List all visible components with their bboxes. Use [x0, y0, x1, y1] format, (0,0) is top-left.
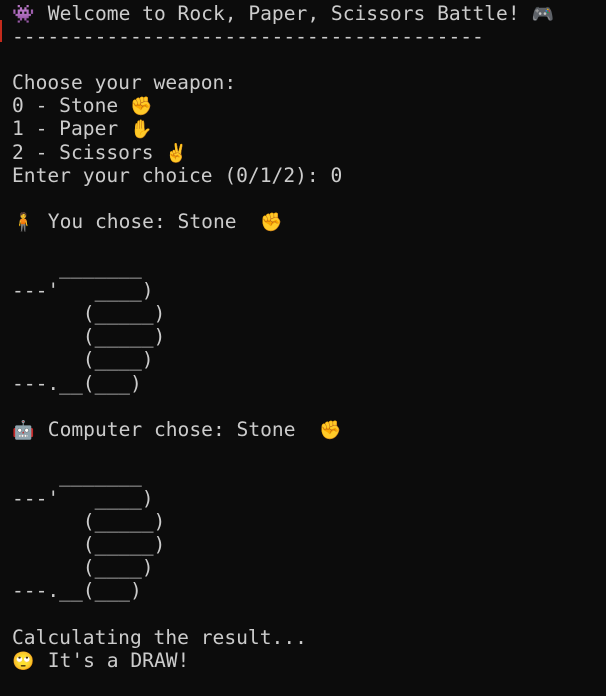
terminal-line-text: _______	[12, 463, 142, 487]
person-standing-icon: 🧍	[12, 211, 35, 233]
terminal-line-text: It's a DRAW!	[36, 648, 190, 672]
terminal-line: _______	[12, 256, 606, 279]
terminal-line: (____)	[12, 556, 606, 579]
terminal-line-text: Calculating the result...	[12, 625, 307, 649]
terminal-line-text: Enter your choice (0/1/2): 0	[12, 163, 343, 187]
terminal-line: 0 - Stone ✊	[12, 94, 606, 117]
terminal-line: (____)	[12, 348, 606, 371]
game-controller-icon: 🎮	[531, 4, 554, 25]
terminal-line-text: ---' ____)	[12, 279, 154, 303]
terminal-line-text: ---' ____)	[12, 486, 154, 510]
terminal-line: (_____)	[12, 510, 606, 533]
terminal-line: (_____)	[12, 325, 606, 348]
terminal-line: ---' ____)	[12, 487, 606, 510]
terminal-line-text: Computer chose: Stone	[36, 417, 320, 441]
raised-fist-icon: ✊	[129, 96, 153, 118]
robot-icon: 🤖	[12, 419, 35, 441]
terminal-line-text: (_____)	[12, 510, 166, 534]
terminal-line: _______	[12, 464, 606, 487]
terminal-window: 👾 Welcome to Rock, Paper, Scissors Battl…	[0, 0, 606, 696]
terminal-line: ----------------------------------------	[12, 25, 606, 48]
raised-fist-icon: ✊	[319, 419, 342, 441]
terminal-line: 🤖 Computer chose: Stone ✊	[12, 418, 606, 441]
terminal-line-text: 2 - Scissors	[12, 140, 166, 164]
terminal-line: Enter your choice (0/1/2): 0	[12, 164, 606, 187]
terminal-line: ---.__(___)	[12, 579, 606, 602]
terminal-line: Choose your weapon:	[12, 71, 606, 94]
terminal-line: 2 - Scissors ✌️	[12, 141, 606, 164]
terminal-line: 🧍 You chose: Stone ✊	[12, 210, 606, 233]
terminal-line-text: 0 - Stone	[12, 94, 130, 118]
terminal-line-text: (_____)	[12, 302, 166, 326]
terminal-line-text: ---.__(___)	[12, 579, 142, 603]
terminal-line: (_____)	[12, 302, 606, 325]
victory-hand-icon: ✌️	[165, 142, 188, 164]
face-rolling-eyes-icon: 🙄	[12, 650, 35, 672]
terminal-line: (_____)	[12, 533, 606, 556]
terminal-line-text: ---.__(___)	[12, 371, 142, 395]
terminal-line: 🙄 It's a DRAW!	[12, 649, 606, 672]
terminal-line: 1 - Paper ✋	[12, 117, 606, 140]
terminal-line-text: _______	[12, 256, 142, 280]
terminal-line-text: Choose your weapon:	[12, 71, 237, 95]
terminal-line: ---' ____)	[12, 279, 606, 302]
terminal-line-text: 1 - Paper	[12, 117, 130, 141]
terminal-line-text: (_____)	[12, 325, 166, 349]
raised-hand-icon: ✋	[129, 119, 153, 141]
terminal-line: Calculating the result...	[12, 626, 606, 649]
terminal-line-text: ----------------------------------------	[12, 25, 484, 49]
terminal-line: 👾 Welcome to Rock, Paper, Scissors Battl…	[12, 2, 606, 25]
terminal-line-text: (____)	[12, 556, 154, 580]
terminal-line-text: You chose: Stone	[36, 209, 261, 233]
terminal-line: ---.__(___)	[12, 372, 606, 395]
terminal-line-text: (____)	[12, 348, 154, 372]
alien-monster-icon: 👾	[12, 4, 35, 25]
window-edge-accent	[0, 20, 2, 42]
terminal-line-text: Welcome to Rock, Paper, Scissors Battle!	[36, 2, 532, 25]
terminal-output: 👾 Welcome to Rock, Paper, Scissors Battl…	[12, 2, 606, 672]
terminal-line-text: (_____)	[12, 533, 166, 557]
raised-fist-icon: ✊	[260, 211, 283, 233]
